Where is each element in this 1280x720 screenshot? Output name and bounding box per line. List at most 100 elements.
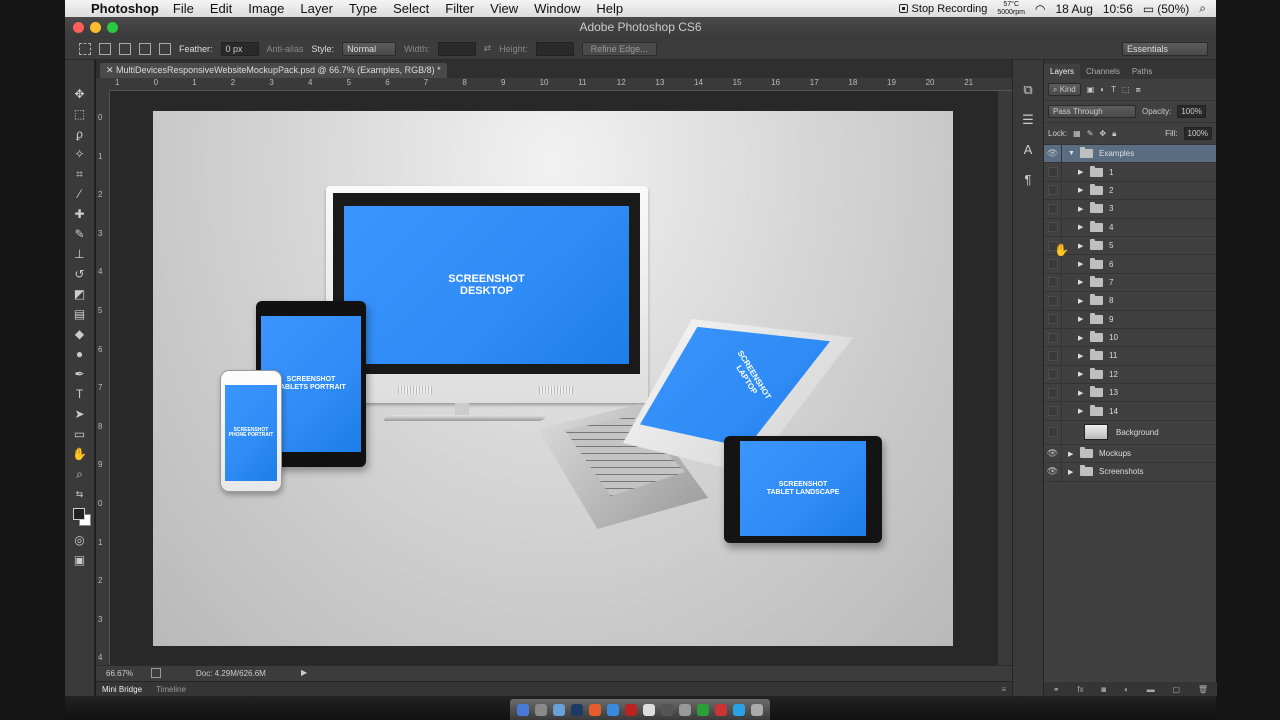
lasso-tool-icon[interactable]: ϼ [71, 126, 89, 142]
expand-arrow-icon[interactable]: ▶ [1078, 278, 1086, 286]
lock-all-icon[interactable]: 🔒︎ [1112, 129, 1116, 139]
expand-arrow-icon[interactable]: ▶ [1078, 168, 1086, 176]
filter-pixel-icon[interactable]: ▣ [1087, 85, 1095, 94]
adjustment-layer-icon[interactable]: ◐ [1124, 685, 1129, 694]
visibility-toggle[interactable] [1044, 365, 1062, 384]
visibility-toggle[interactable] [1044, 218, 1062, 236]
path-selection-tool-icon[interactable]: ➤ [71, 406, 89, 422]
lock-transparent-icon[interactable]: ▦ [1073, 129, 1081, 138]
tab-paths[interactable]: Paths [1126, 64, 1158, 79]
visibility-toggle[interactable] [1044, 328, 1062, 347]
battery-status[interactable]: ▭ (50%) [1143, 2, 1189, 16]
properties-panel-icon[interactable]: ☰ [1019, 112, 1037, 128]
visibility-eye-icon[interactable]: 👁︎ [1044, 444, 1062, 463]
status-menu-arrow-icon[interactable]: ▶ [301, 668, 307, 677]
new-layer-icon[interactable]: ▢ [1173, 685, 1181, 694]
menu-window[interactable]: Window [534, 1, 580, 16]
tab-timeline[interactable]: Timeline [156, 685, 186, 694]
lock-position-icon[interactable]: ✥ [1099, 129, 1106, 138]
blur-tool-icon[interactable]: ◆ [71, 326, 89, 342]
character-panel-icon[interactable]: A [1019, 142, 1037, 158]
filezilla-dock-icon[interactable] [715, 703, 727, 716]
vertical-ruler[interactable]: 0 1 2 3 4 5 6 7 8 9 0 1 2 3 4 [96, 91, 110, 665]
color-swatches[interactable] [71, 506, 91, 528]
visibility-toggle[interactable] [1044, 384, 1062, 402]
layer-row[interactable]: 👁︎ ▼ Examples [1044, 145, 1216, 164]
tab-layers[interactable]: Layers [1044, 64, 1081, 79]
visibility-toggle[interactable] [1044, 310, 1062, 328]
opacity-input[interactable]: 100% [1177, 105, 1206, 118]
subtract-selection-icon[interactable] [139, 42, 151, 55]
new-selection-icon[interactable] [99, 42, 111, 55]
screen-mode-icon[interactable]: ▣ [71, 552, 89, 568]
browser-dock-icon[interactable] [607, 703, 619, 716]
layer-row[interactable]: ▶ 14 [1044, 402, 1216, 421]
swap-dimensions-icon[interactable]: ⇄ [484, 43, 492, 54]
ruler-corner[interactable] [96, 78, 110, 91]
app5-dock-icon[interactable] [679, 703, 691, 716]
document-tab[interactable]: ✕ MultiDevicesResponsiveWebsiteMockupPac… [100, 63, 447, 78]
dodge-tool-icon[interactable]: ● [71, 346, 89, 362]
hand-tool-icon[interactable]: ✋ [71, 446, 89, 462]
close-document-icon[interactable]: ✕ [106, 65, 116, 75]
trash-dock-icon[interactable] [751, 703, 763, 716]
layer-row[interactable]: ▶ 8 [1044, 292, 1216, 311]
link-layers-icon[interactable]: ⚭ [1053, 685, 1060, 694]
visibility-toggle[interactable] [1044, 347, 1062, 365]
healing-brush-tool-icon[interactable]: ✚ [71, 206, 89, 222]
visibility-eye-icon[interactable]: 👁︎ [1044, 463, 1062, 481]
finder-dock-icon[interactable] [517, 703, 529, 716]
visibility-eye-icon[interactable]: 👁︎ [1044, 145, 1062, 163]
layer-style-icon[interactable]: fx [1077, 685, 1083, 694]
visibility-toggle[interactable] [1044, 273, 1062, 292]
zoom-window-button[interactable] [107, 22, 118, 33]
menu-edit[interactable]: Edit [210, 1, 232, 16]
menu-image[interactable]: Image [248, 1, 284, 16]
rectangle-tool-icon[interactable]: ▭ [71, 426, 89, 442]
launchpad-dock-icon[interactable] [535, 703, 547, 716]
layer-row[interactable]: ▶ 5 [1044, 236, 1216, 256]
workspace-select[interactable]: Essentials [1122, 42, 1208, 56]
expand-arrow-icon[interactable]: ▶ [1078, 315, 1086, 323]
skype-dock-icon[interactable] [733, 703, 745, 716]
expand-arrow-icon[interactable]: ▶ [1078, 407, 1086, 415]
menu-select[interactable]: Select [393, 1, 429, 16]
expand-arrow-icon[interactable]: ▶ [1078, 223, 1086, 231]
layer-row[interactable]: ▶ 10 [1044, 328, 1216, 348]
horizontal-ruler[interactable]: 1 0 1 2 3 4 5 6 7 8 9 10 11 12 13 14 15 16 17 18 19 20 21 [110, 78, 1012, 91]
app-dock-icon[interactable] [553, 703, 565, 716]
delete-layer-icon[interactable]: 🗑︎ [1198, 685, 1208, 694]
wifi-icon[interactable]: ◠ [1035, 2, 1045, 16]
menu-filter[interactable]: Filter [445, 1, 474, 16]
brush-tool-icon[interactable]: ✎ [71, 226, 89, 242]
visibility-toggle[interactable] [1044, 402, 1062, 420]
expand-arrow-icon[interactable]: ▶ [1078, 186, 1086, 194]
tab-mini-bridge[interactable]: Mini Bridge [102, 685, 142, 694]
marquee-tool-preset-icon[interactable] [79, 42, 91, 55]
filter-adjustment-icon[interactable]: ◐ [1100, 85, 1105, 94]
expand-arrow-icon[interactable]: ▶ [1068, 468, 1076, 476]
firefox-dock-icon[interactable] [589, 703, 601, 716]
history-panel-icon[interactable]: ⧉ [1019, 82, 1037, 98]
layer-row[interactable]: Background [1044, 420, 1216, 445]
layer-row[interactable]: ▶ 13 [1044, 384, 1216, 403]
status-options-icon[interactable] [151, 668, 161, 678]
feather-input[interactable]: 0 px [220, 41, 259, 56]
photoshop-dock-icon[interactable] [571, 703, 583, 716]
expand-arrow-icon[interactable]: ▶ [1078, 370, 1086, 378]
visibility-toggle[interactable] [1044, 292, 1062, 310]
antialias-checkbox[interactable]: Anti-alias [267, 44, 304, 54]
height-input[interactable] [535, 41, 574, 56]
app2-dock-icon[interactable] [625, 703, 637, 716]
clone-stamp-tool-icon[interactable]: ⊥ [71, 246, 89, 262]
eraser-tool-icon[interactable]: ◩ [71, 286, 89, 302]
visibility-toggle[interactable] [1044, 420, 1062, 444]
zoom-tool-icon[interactable]: ⌕ [71, 466, 89, 482]
close-window-button[interactable] [73, 22, 84, 33]
layer-row[interactable]: ▶ 3 [1044, 200, 1216, 219]
layer-row[interactable]: ▶ 9 [1044, 310, 1216, 329]
expand-arrow-icon[interactable]: ▶ [1078, 242, 1086, 250]
date-label[interactable]: 18 Aug [1056, 2, 1093, 16]
app-menu[interactable]: Photoshop [91, 1, 159, 16]
gradient-tool-icon[interactable]: ▤ [71, 306, 89, 322]
